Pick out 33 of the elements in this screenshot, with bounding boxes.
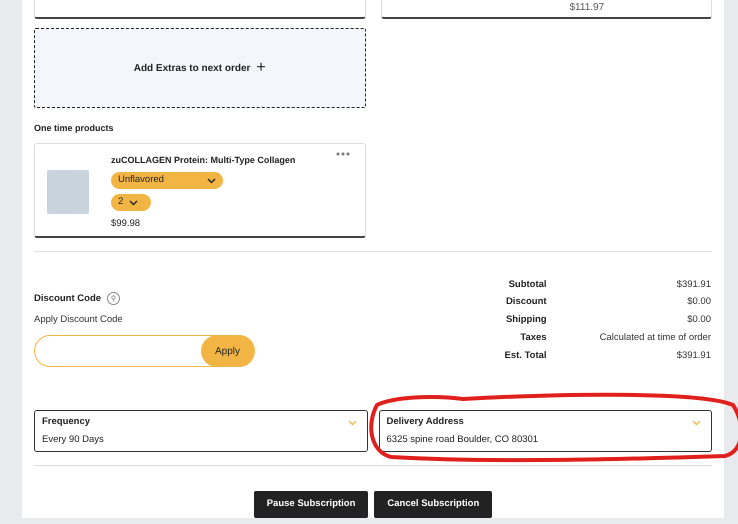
info-icon <box>107 292 120 306</box>
price-text: $111.97 <box>570 2 604 13</box>
summary-value: $0.00 <box>686 296 711 310</box>
summary-label: Shipping <box>504 314 547 328</box>
summary-value: $391.91 <box>676 350 711 364</box>
settings-dropdown[interactable]: Frequency Every 90 Days <box>34 410 368 452</box>
quantity-dropdown[interactable]: 2 <box>111 194 151 211</box>
summary-value: $391.91 <box>676 278 711 292</box>
apply-button[interactable]: Apply <box>201 335 254 367</box>
discount-subtitle: Apply Discount Code <box>34 312 124 327</box>
discount-title: Discount Code <box>34 292 102 306</box>
summary-label: Discount <box>504 296 547 310</box>
caret-icon <box>348 420 356 426</box>
product-image-placeholder <box>47 170 89 214</box>
summary-label: Est. Total <box>504 350 547 364</box>
price-text: $99.98 <box>111 217 140 231</box>
add-extras-button[interactable]: Add Extras to next order + <box>34 28 366 108</box>
caret-icon <box>692 420 701 426</box>
flavor-dropdown[interactable]: Unflavored <box>111 172 223 189</box>
settings-dropdown[interactable]: Delivery Address 6325 spine road Boulder, CO 80301 <box>378 410 712 452</box>
section-heading: One time products <box>34 122 115 135</box>
more-options-icon[interactable] <box>336 152 350 156</box>
product-name: zuCOLLAGEN Protein: Multi-Type Collagen <box>111 154 296 167</box>
summary-value: Calculated at time of order <box>600 332 711 346</box>
plus-icon: + <box>256 60 266 76</box>
subscription-button[interactable]: Cancel Subscription <box>374 491 492 518</box>
caret-icon <box>129 200 138 206</box>
discount-code-field[interactable]: Apply <box>34 335 255 367</box>
summary-value: $0.00 <box>686 314 711 328</box>
summary-label: Taxes <box>519 332 547 346</box>
caret-icon <box>207 178 216 184</box>
subscription-button[interactable]: Pause Subscription <box>254 491 368 518</box>
summary-label: Subtotal <box>508 278 547 292</box>
